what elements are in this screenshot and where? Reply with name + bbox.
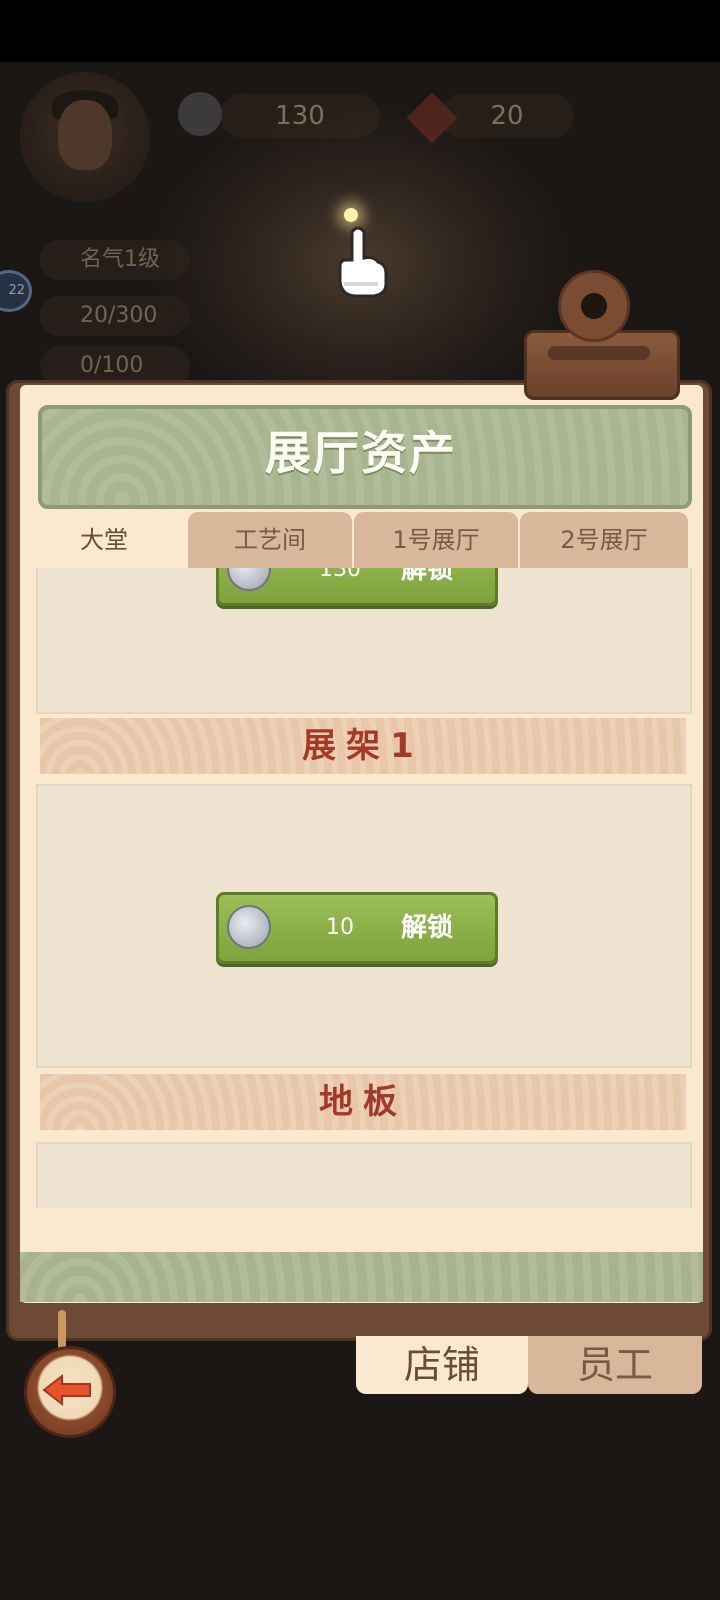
back-button-rope [58, 1310, 66, 1350]
fame-level-label: 名气1级 [40, 240, 190, 280]
asset-card-floor [36, 1142, 692, 1208]
tab-hall-1[interactable]: 1号展厅 [354, 512, 518, 568]
silver-coin-icon [227, 568, 271, 591]
hud-gem-counter: 20 [440, 94, 574, 138]
unlock-label: 解锁 [400, 913, 453, 943]
tab-shop[interactable]: 店铺 [356, 1336, 528, 1394]
tap-indicator [344, 208, 358, 222]
clip-ring [558, 270, 630, 342]
status-bar [0, 0, 720, 62]
tab-workshop[interactable]: 工艺间 [188, 512, 352, 568]
unlock-button-1[interactable]: 130 解锁 [216, 568, 498, 606]
section-header-shelf-1: 展架1 [40, 718, 686, 774]
tab-staff[interactable]: 员工 [528, 1336, 702, 1394]
back-arrow-icon [42, 1373, 91, 1407]
player-avatar [20, 72, 150, 202]
panel-title: 展厅资产 [265, 426, 457, 480]
clip-hinge [548, 346, 650, 360]
pointer-hand-icon [338, 226, 388, 298]
unlock-price: 130 [319, 568, 361, 582]
hud-coin-counter: 130 [220, 94, 380, 138]
hud-coin-icon [178, 92, 222, 136]
fame-progress-label: 20/300 [40, 296, 190, 336]
unlock-button-shelf-1[interactable]: 10 解锁 [216, 892, 498, 964]
tab-lobby[interactable]: 大堂 [22, 512, 186, 568]
section-header-floor: 地板 [40, 1074, 686, 1130]
tab-hall-2[interactable]: 2号展厅 [520, 512, 688, 568]
unlock-label: 解锁 [400, 568, 453, 585]
footer-banner [20, 1252, 703, 1302]
unlock-price: 10 [326, 915, 354, 940]
asset-list[interactable]: 130 解锁 展架1 10 解锁 地板 [24, 568, 698, 1208]
silver-coin-icon [227, 905, 271, 949]
